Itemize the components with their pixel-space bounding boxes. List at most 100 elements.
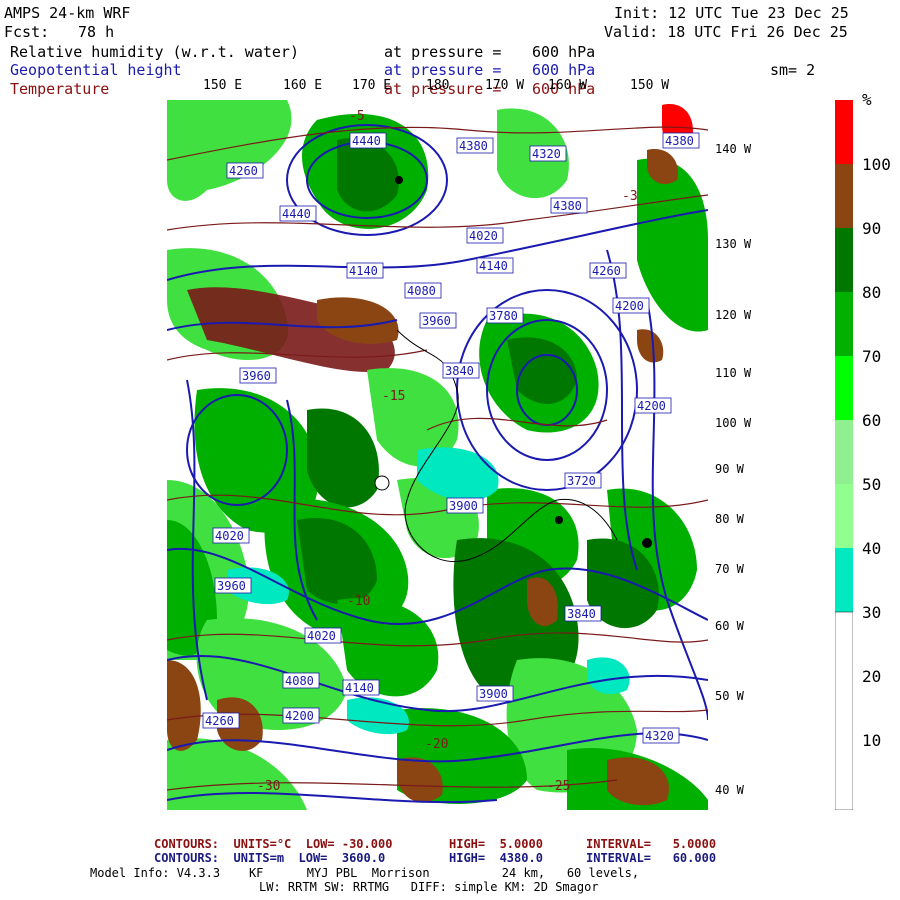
model-physics: LW: RRTM SW: RRTMG DIFF: simple KM: 2D S… [259,880,599,894]
temp-contour-high: HIGH= 5.0000 [449,837,543,851]
colorbar-level: 40 [862,539,882,558]
height-label: 3900 [479,687,508,701]
pressure-value-2: 600 hPa [532,61,596,79]
height-label: 4020 [469,229,498,243]
height-label: 4260 [229,164,258,178]
temp-label: -3 [622,189,638,204]
colorbar-level: 100 [862,155,891,174]
height-label: 3960 [242,369,271,383]
cbar-30 [835,548,853,612]
height-label: 4020 [215,529,244,543]
temp-label: -5 [349,109,365,124]
station-marker [555,516,563,524]
model-info: Model Info: V4.3.3 KF MYJ PBL Morrison 2… [90,866,640,880]
lat-label: 90 W [715,462,744,476]
height-contour-info: CONTOURS: UNITS=m LOW= 3600.0 [154,851,386,865]
lat-label: 130 W [715,237,752,251]
cbar-80 [835,228,853,292]
cbar-40 [835,484,853,548]
field-height-label: Geopotential height [10,61,182,79]
cbar-100 [835,100,853,164]
height-label: 3960 [422,314,451,328]
temp-contour-interval: INTERVAL= 5.0000 [586,837,717,851]
cbar-60 [835,356,853,420]
colorbar-level: 80 [862,283,882,302]
lon-label: 170 E [352,78,392,93]
cbar-70 [835,292,853,356]
lon-label: 170 W [485,78,525,93]
forecast-label: Fcst: [4,23,50,41]
height-label: 4320 [532,147,561,161]
temp-label: -10 [347,594,370,609]
rh-colorbar [835,100,853,810]
height-label: 3780 [489,309,518,323]
height-label: 4140 [345,681,374,695]
lat-label: 60 W [715,619,744,633]
height-label: 4200 [285,709,314,723]
lat-label: 40 W [715,783,744,797]
colorbar-level: 90 [862,219,882,238]
height-label: 4380 [665,134,694,148]
colorbar-level: 50 [862,475,882,494]
lon-label: 160 W [548,78,588,93]
lat-label: 70 W [715,562,744,576]
pressure-label-2: at pressure = [384,61,502,79]
colorbar-unit: % [862,90,872,109]
temp-label: -30 [257,779,280,794]
lat-label: 50 W [715,689,744,703]
lat-label: 140 W [715,142,752,156]
weather-map: 4440 4260 4380 4320 4440 4140 4020 4140 … [167,100,708,810]
colorbar-level: 20 [862,667,882,686]
lat-label: 100 W [715,416,752,430]
field-temp-label: Temperature [10,80,110,98]
height-label: 4020 [307,629,336,643]
height-label: 3900 [449,499,478,513]
height-label: 4380 [553,199,582,213]
pole-marker [374,475,390,491]
station-marker [642,538,652,548]
colorbar-level: 70 [862,347,882,366]
height-label: 4260 [592,264,621,278]
lon-label: 150 E [203,78,243,93]
field-rh-label: Relative humidity (w.r.t. water) [10,43,299,61]
temp-contour-info: CONTOURS: UNITS=°C LOW= -30.000 [154,837,393,851]
temp-label: -25 [547,779,570,794]
height-label: 4380 [459,139,488,153]
height-label: 4320 [645,729,674,743]
lat-label: 120 W [715,308,752,322]
lon-label: 180 [426,78,450,93]
height-label: 4440 [282,207,311,221]
smoothing-label: sm= 2 [770,61,816,79]
height-label: 4440 [352,134,381,148]
cbar-90 [835,164,853,228]
height-label: 4200 [615,299,644,313]
height-label: 4200 [637,399,666,413]
pressure-value-1: 600 hPa [532,43,596,61]
temp-label: -20 [425,737,448,752]
height-label: 4080 [285,674,314,688]
height-label: 4260 [205,714,234,728]
height-label: 4080 [407,284,436,298]
height-label: 3720 [567,474,596,488]
lat-label: 110 W [715,366,752,380]
init-time: Init: 12 UTC Tue 23 Dec 25 [614,4,849,22]
station-marker [395,176,403,184]
height-contour-high: HIGH= 4380.0 [449,851,543,865]
height-contour-interval: INTERVAL= 60.000 [586,851,717,865]
height-label: 4140 [349,264,378,278]
height-label: 3840 [567,607,596,621]
colorbar-level: 30 [862,603,882,622]
height-label: 3840 [445,364,474,378]
cbar-low [835,611,853,810]
colorbar-level: 10 [862,731,882,750]
forecast-hour: 78 h [78,23,115,41]
lon-label: 150 W [630,78,670,93]
temp-label: -15 [382,389,405,404]
model-title: AMPS 24-km WRF [4,4,131,22]
cbar-50 [835,420,853,484]
valid-time: Valid: 18 UTC Fri 26 Dec 25 [604,23,848,41]
lon-label: 160 E [283,78,323,93]
height-label: 3960 [217,579,246,593]
pressure-label-1: at pressure = [384,43,502,61]
lat-label: 80 W [715,512,744,526]
